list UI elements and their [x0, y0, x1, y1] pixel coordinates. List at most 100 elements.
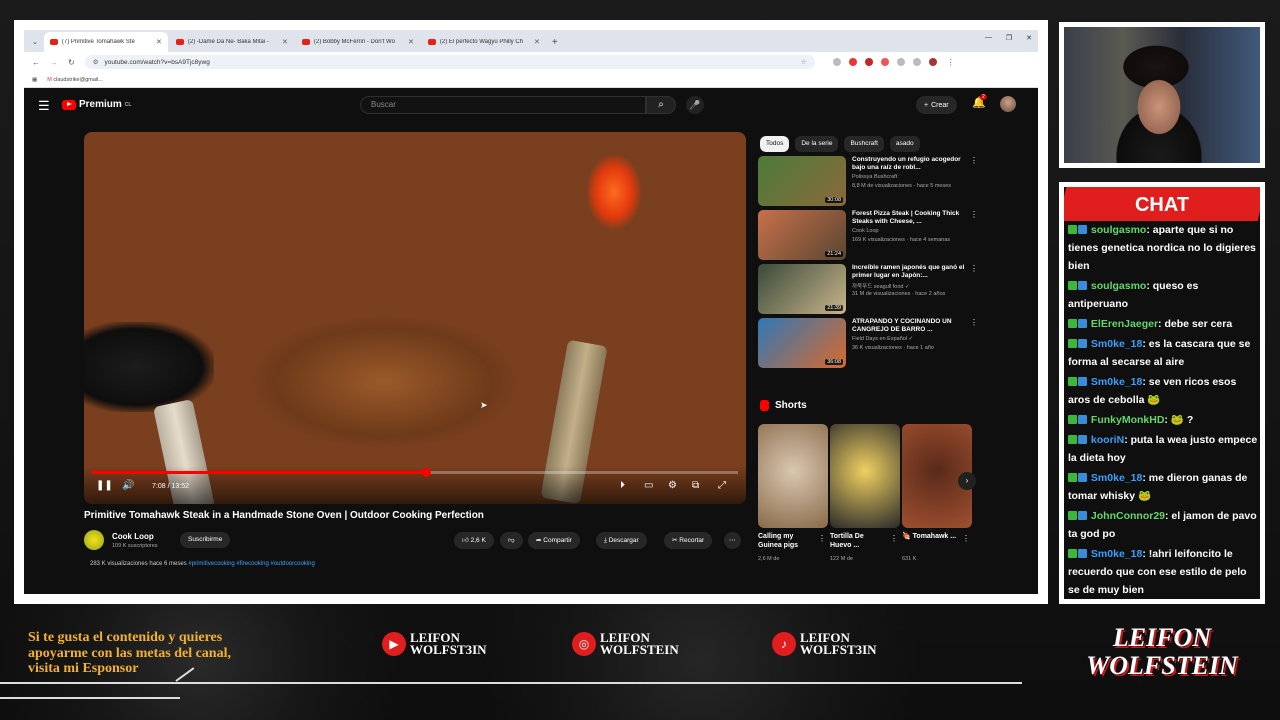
- search-button[interactable]: ⌕: [646, 96, 676, 114]
- browser-tab[interactable]: (2) Bobby McFerrin - Don't Wo ✕: [296, 32, 420, 52]
- chat-title: CHAT: [1064, 187, 1260, 221]
- social-link[interactable]: ▶ LEIFON WOLFST3IN: [382, 631, 487, 656]
- download-button[interactable]: ⤓ Descargar: [596, 532, 647, 549]
- browser-tab[interactable]: (2) -Dame Da Ne- Baka Mitai - ✕: [170, 32, 294, 52]
- notifications-button[interactable]: 🔔 2: [972, 94, 987, 109]
- progress-fill: [92, 471, 426, 474]
- share-button[interactable]: ➦ Compartir: [528, 532, 580, 549]
- chevron-right-icon: ›: [965, 476, 969, 485]
- social-link[interactable]: ◎ LEIFON WOLFSTEIN: [572, 631, 679, 656]
- channel-avatar[interactable]: [84, 530, 104, 550]
- video-thumbnail[interactable]: 30:08: [758, 156, 846, 206]
- miniplayer-icon[interactable]: ⧉: [692, 480, 699, 491]
- more-options-icon[interactable]: ⋮: [970, 156, 978, 165]
- recommended-video[interactable]: 21:24 Forest Pizza Steak | Cooking Thick …: [758, 210, 978, 260]
- close-tab-icon[interactable]: ✕: [282, 38, 288, 46]
- browser-tab[interactable]: (2) El perfecto Wagyu Philly Ch ✕: [422, 32, 546, 52]
- video-thumbnail[interactable]: 21:24: [758, 210, 846, 260]
- recommended-video[interactable]: 36:08 ATRAPANDO Y COCINANDO UN CANGREJO D…: [758, 318, 978, 368]
- forward-icon[interactable]: →: [50, 58, 58, 67]
- shorts-next-button[interactable]: ›: [958, 472, 976, 490]
- thumbs-down-icon: 👎︎: [508, 537, 515, 544]
- tab-list-icon[interactable]: ⌄: [32, 38, 38, 46]
- subscriber-badge-icon: [1068, 511, 1077, 520]
- bookmarks-bar: ▦ M claudstrike@gmail...: [24, 72, 1038, 88]
- short-thumbnail[interactable]: [830, 424, 900, 528]
- fullscreen-icon[interactable]: ⤢: [718, 480, 726, 491]
- social-link[interactable]: ♪ LEIFON WOLFST3IN: [772, 631, 877, 656]
- dislike-button[interactable]: 👎︎: [500, 532, 523, 549]
- reload-icon[interactable]: ↻: [68, 58, 75, 67]
- browser-frame: ⌄ (7) Primitive Tomahawk Ste ✕ (2) -Dame D…: [14, 20, 1048, 604]
- short-thumbnail[interactable]: [758, 424, 828, 528]
- filter-chip[interactable]: asado: [889, 136, 920, 152]
- account-avatar[interactable]: [1000, 96, 1016, 112]
- hashtags[interactable]: #primitivecooking #firecooking #outdoorc…: [188, 561, 314, 567]
- youtube-logo[interactable]: Premium CL: [62, 99, 131, 110]
- extension-icon[interactable]: [880, 58, 889, 66]
- more-options-icon[interactable]: ⋮: [818, 534, 826, 543]
- extension-icon[interactable]: [896, 58, 905, 66]
- volume-icon[interactable]: 🔊: [122, 480, 134, 491]
- hamburger-menu-icon[interactable]: ☰: [38, 98, 50, 114]
- settings-gear-icon[interactable]: ⚙: [668, 480, 677, 491]
- tab-title: (7) Primitive Tomahawk Ste: [61, 39, 135, 45]
- site-info-icon[interactable]: ⚙: [93, 58, 99, 66]
- create-button[interactable]: + Crear: [916, 96, 957, 114]
- more-options-icon[interactable]: ⋮: [970, 318, 978, 327]
- close-tab-icon[interactable]: ✕: [408, 38, 414, 46]
- extension-icon[interactable]: [848, 58, 857, 66]
- video-player[interactable]: ➤ ❚❚ 🔊 7:08 / 13:52 ⏵ ▭ ⚙ ⧉ ⤢: [84, 132, 746, 504]
- chat-message: soulgasmo: queso es antiperuano: [1068, 277, 1258, 313]
- new-tab-button[interactable]: +: [552, 37, 558, 48]
- voice-search-button[interactable]: 🎤: [686, 96, 704, 114]
- channel-name[interactable]: Cook Loop: [112, 532, 154, 541]
- extension-icon[interactable]: [912, 58, 921, 66]
- youtube-favicon-icon: [427, 39, 436, 45]
- recommended-video[interactable]: 21:39 Increíble ramen japonés que ganó el…: [758, 264, 978, 314]
- url-field[interactable]: ⚙ youtube.com/watch?v=bsA9Tjc8ywg ☆: [84, 55, 815, 69]
- browser-tab[interactable]: (7) Primitive Tomahawk Ste ✕: [43, 32, 168, 52]
- apps-icon[interactable]: ▦: [32, 77, 37, 83]
- search-input[interactable]: Buscar: [360, 96, 646, 114]
- close-tab-icon[interactable]: ✕: [156, 38, 162, 46]
- clip-button[interactable]: ✂ Recortar: [664, 532, 713, 549]
- more-options-icon[interactable]: ⋮: [962, 534, 970, 543]
- autoplay-toggle-icon[interactable]: ⏵: [620, 480, 625, 491]
- recommended-video[interactable]: 30:08 Construyendo un refugio acogedor ba…: [758, 156, 978, 206]
- video-duration: 30:08: [825, 197, 843, 203]
- pause-icon[interactable]: ❚❚: [96, 480, 113, 491]
- chat-username: Sm0ke_18: [1090, 548, 1143, 560]
- more-options-icon[interactable]: ⋮: [970, 264, 978, 273]
- filter-chip[interactable]: Todos: [760, 136, 790, 152]
- like-button[interactable]: 👍︎ 2,6 K: [454, 532, 494, 549]
- short-views: 631 K: [902, 556, 917, 562]
- subscribe-button[interactable]: Suscribirme: [180, 532, 231, 548]
- back-icon[interactable]: ←: [32, 58, 40, 67]
- close-tab-icon[interactable]: ✕: [534, 38, 540, 46]
- extension-icon[interactable]: [832, 58, 841, 66]
- progress-scrubber[interactable]: [421, 468, 431, 477]
- more-actions-button[interactable]: ⋯: [724, 532, 741, 549]
- filter-chip[interactable]: Bushcraft: [844, 136, 884, 152]
- viewer-badge-icon: [1078, 377, 1087, 386]
- video-thumbnail[interactable]: 21:39: [758, 264, 846, 314]
- filter-chip[interactable]: De la serie: [795, 136, 839, 152]
- bookmark-star-icon[interactable]: ☆: [801, 58, 807, 66]
- close-window-icon[interactable]: ✕: [1026, 34, 1032, 42]
- progress-bar[interactable]: [92, 468, 738, 477]
- subtitles-icon[interactable]: ▭: [644, 480, 653, 491]
- maximize-icon[interactable]: ❐: [1006, 34, 1012, 42]
- more-options-icon[interactable]: ⋮: [970, 210, 978, 219]
- like-count: 2,6 K: [470, 537, 486, 544]
- short-title: 🍖 Tomahawk ...: [902, 533, 957, 540]
- description-box[interactable]: 283 K visualizaciones hace 6 meses #prim…: [90, 561, 315, 567]
- extension-icon[interactable]: [864, 58, 873, 66]
- bookmark-gmail[interactable]: M claudstrike@gmail...: [47, 77, 103, 83]
- notification-count: 2: [980, 94, 987, 100]
- more-options-icon[interactable]: ⋮: [890, 534, 898, 543]
- browser-menu-icon[interactable]: ⋮: [947, 58, 955, 67]
- profile-icon[interactable]: [928, 58, 937, 66]
- minimize-icon[interactable]: —: [985, 34, 992, 42]
- video-thumbnail[interactable]: 36:08: [758, 318, 846, 368]
